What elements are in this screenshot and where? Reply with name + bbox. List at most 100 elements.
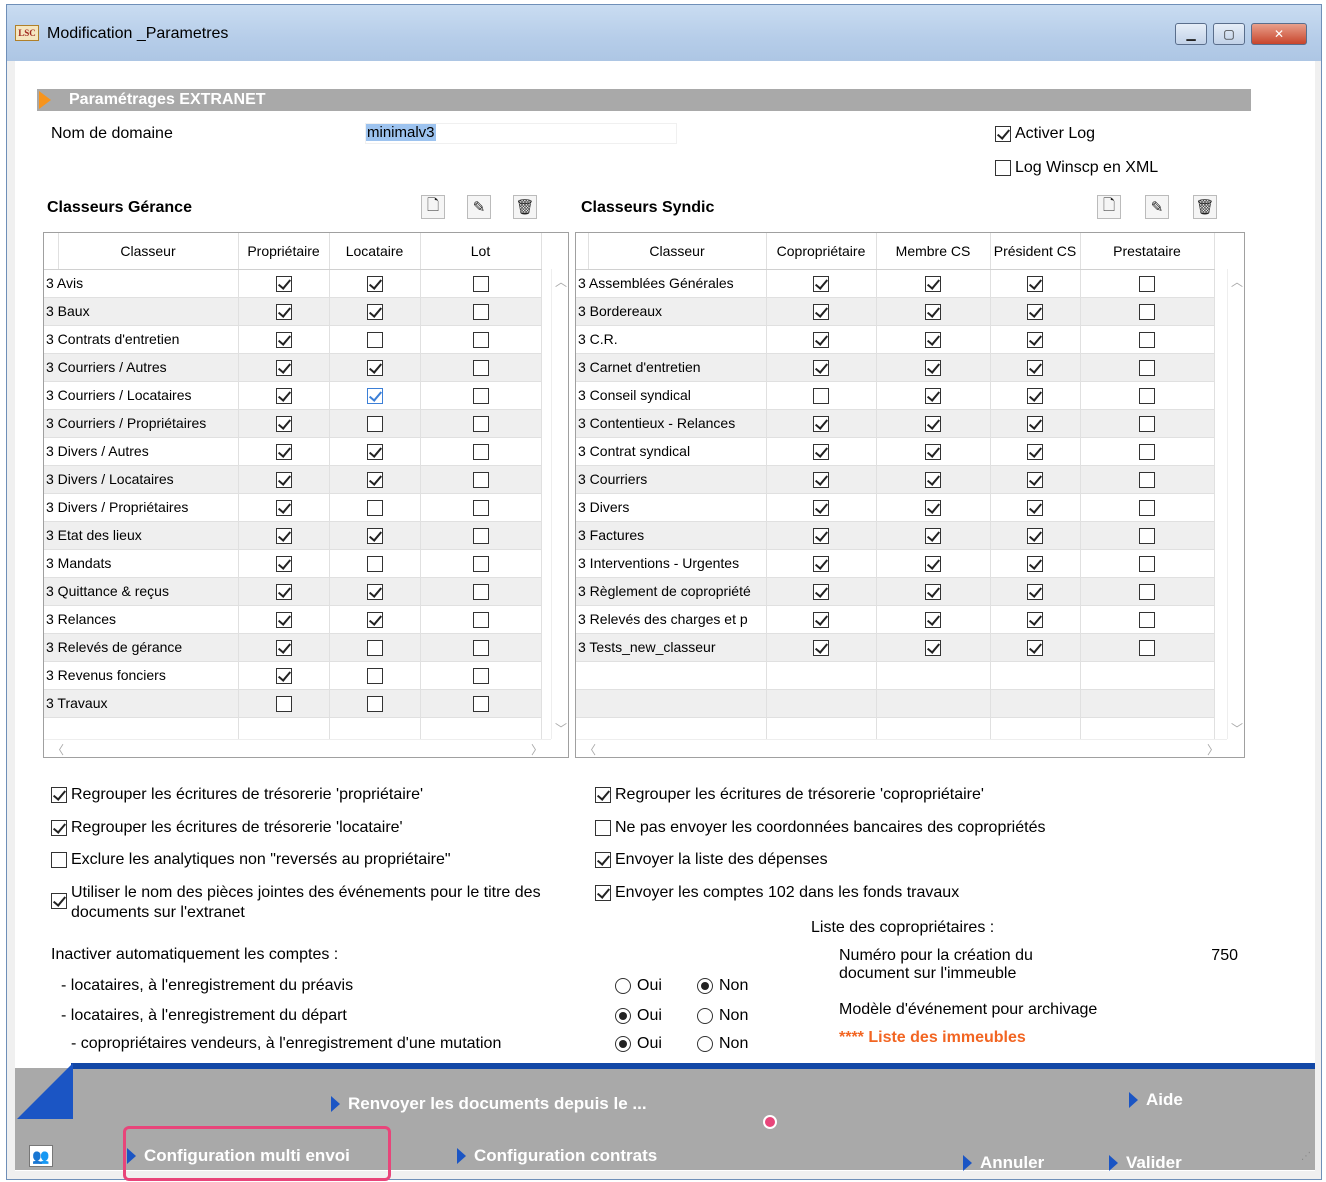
check-cell[interactable] (1080, 325, 1215, 354)
check-cell[interactable] (1080, 493, 1215, 522)
check-cell[interactable] (766, 633, 877, 662)
check-cell[interactable] (876, 437, 991, 466)
checkbox-box[interactable] (813, 583, 829, 600)
check-cell[interactable] (1080, 689, 1215, 718)
checkbox-box[interactable] (1027, 555, 1043, 572)
checkbox-box[interactable] (813, 415, 829, 432)
classeur-name[interactable] (576, 661, 767, 690)
classeur-name[interactable]: 3 Divers (576, 493, 767, 522)
table-row[interactable]: 3 Relances (44, 605, 542, 634)
col-header[interactable]: Propriétaire (238, 233, 330, 270)
checkbox-box[interactable] (1139, 303, 1155, 320)
checkbox-box[interactable] (1027, 499, 1043, 516)
check-cell[interactable] (766, 661, 877, 690)
checkbox-box[interactable] (366, 387, 383, 404)
check-cell[interactable] (1080, 269, 1215, 298)
classeur-name[interactable]: 3 Tests_new_classeur (576, 633, 767, 662)
classeur-name[interactable]: 3 Courriers / Autres (44, 353, 239, 382)
checkbox-box[interactable] (275, 639, 292, 656)
check-cell[interactable] (990, 325, 1081, 354)
classeur-name[interactable]: 3 Interventions - Urgentes (576, 549, 767, 578)
checkbox-box[interactable] (1139, 583, 1155, 600)
trash-icon[interactable]: 🗑 (513, 195, 537, 219)
check-cell[interactable] (876, 297, 991, 326)
checkbox-box[interactable] (366, 667, 383, 684)
maximize-icon[interactable]: ▢ (1213, 23, 1245, 45)
classeur-name[interactable] (576, 689, 767, 718)
checkbox-box[interactable] (366, 331, 383, 348)
checkbox-box[interactable] (275, 443, 292, 460)
checkbox-box[interactable] (925, 359, 941, 376)
table-row[interactable]: 3 Courriers / Propriétaires (44, 409, 542, 438)
table-row[interactable]: 3 Divers / Propriétaires (44, 493, 542, 522)
check-cell[interactable] (420, 633, 542, 662)
check-cell[interactable] (329, 661, 421, 690)
table-row[interactable]: 3 Courriers / Locataires (44, 381, 542, 410)
checkbox-box[interactable] (995, 126, 1011, 142)
checkbox-box[interactable] (472, 359, 489, 376)
check-cell[interactable] (990, 605, 1081, 634)
check-cell[interactable] (990, 521, 1081, 550)
check-cell[interactable] (766, 577, 877, 606)
modele-field[interactable]: **** Liste des immeubles (839, 1027, 1249, 1049)
checkbox-box[interactable] (925, 471, 941, 488)
checkbox-box[interactable] (813, 499, 829, 516)
checkbox-box[interactable] (925, 583, 941, 600)
classeur-name[interactable]: 3 C.R. (576, 325, 767, 354)
table-row[interactable]: 3 Relevés de gérance (44, 633, 542, 662)
close-icon[interactable]: ✕ (1251, 23, 1307, 45)
check-cell[interactable] (766, 465, 877, 494)
check-cell[interactable] (876, 549, 991, 578)
check-cell[interactable] (766, 269, 877, 298)
col-header[interactable]: Locataire (329, 233, 421, 270)
check-cell[interactable] (1080, 465, 1215, 494)
radio-dot[interactable] (615, 1036, 631, 1052)
radio-depart-oui[interactable]: Oui (615, 1007, 662, 1025)
checkbox-box[interactable] (595, 885, 611, 901)
check-cell[interactable] (329, 493, 421, 522)
scroll-right-icon[interactable]: 〉 (1207, 741, 1219, 757)
checkbox-box[interactable] (472, 583, 489, 600)
checkbox-box[interactable] (472, 499, 489, 516)
checkbox-box[interactable] (366, 583, 383, 600)
check-cell[interactable] (238, 437, 330, 466)
checkbox-box[interactable] (813, 359, 829, 376)
radio-dot[interactable] (615, 1008, 631, 1024)
check-cell[interactable] (990, 465, 1081, 494)
checkbox-box[interactable] (366, 275, 383, 292)
checkbox-box[interactable] (275, 583, 292, 600)
checkbox-box[interactable] (472, 639, 489, 656)
check-cell[interactable] (1080, 353, 1215, 382)
check-cell[interactable] (876, 325, 991, 354)
opt-regrouper-proprietaire[interactable]: Regrouper les écritures de trésorerie 'p… (51, 786, 423, 804)
table-row[interactable]: 3 Factures (576, 521, 1215, 550)
checkbox-box[interactable] (51, 852, 67, 868)
check-cell[interactable] (329, 605, 421, 634)
checkbox-box[interactable] (472, 415, 489, 432)
checkbox-box[interactable] (366, 415, 383, 432)
classeur-name[interactable]: 3 Mandats (44, 549, 239, 578)
checkbox-box[interactable] (925, 527, 941, 544)
annuler-button[interactable]: Annuler (963, 1153, 1044, 1173)
checkbox-box[interactable] (1139, 387, 1155, 404)
table-row[interactable]: 3 Assemblées Générales (576, 269, 1215, 298)
check-cell[interactable] (1080, 549, 1215, 578)
scroll-up-icon[interactable]: ︿ (1231, 273, 1243, 290)
opt-envoyer-depenses[interactable]: Envoyer la liste des dépenses (595, 851, 828, 869)
classeur-name[interactable]: 3 Etat des lieux (44, 521, 239, 550)
checkbox-box[interactable] (51, 893, 67, 909)
check-cell[interactable] (238, 409, 330, 438)
add-file-icon[interactable]: 🗋 (421, 195, 445, 219)
check-cell[interactable] (238, 297, 330, 326)
opt-envoyer-comptes-102[interactable]: Envoyer les comptes 102 dans les fonds t… (595, 884, 959, 902)
checkbox-box[interactable] (1139, 611, 1155, 628)
checkbox-box[interactable] (1139, 415, 1155, 432)
table-row[interactable]: 3 Contentieux - Relances (576, 409, 1215, 438)
table-row[interactable]: 3 Courriers (576, 465, 1215, 494)
classeur-name[interactable]: 3 Factures (576, 521, 767, 550)
checkbox-box[interactable] (275, 471, 292, 488)
check-cell[interactable] (420, 493, 542, 522)
classeur-name[interactable]: 3 Travaux (44, 689, 239, 718)
check-cell[interactable] (1080, 409, 1215, 438)
minimize-icon[interactable]: ▁ (1175, 23, 1207, 45)
